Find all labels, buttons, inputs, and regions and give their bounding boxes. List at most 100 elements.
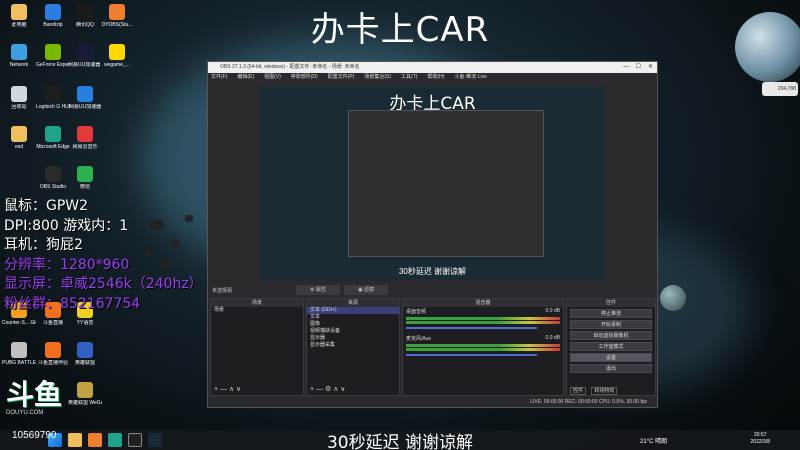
desktop-icon-label: GeForce Experience [36, 62, 70, 68]
desktop-icon-label: Microsoft Edge [36, 144, 70, 150]
obs-menu-item[interactable]: 停靠部件(D) [291, 74, 318, 80]
desktop-icon[interactable]: 网易UU加速器 [68, 86, 102, 110]
source-item[interactable]: 文本 (GDI+) [307, 307, 399, 314]
desktop-icon-label: 英雄联盟 WeGame版 [68, 400, 102, 406]
audio-meter [406, 321, 560, 324]
overlay-spec-line: DPI:800 游戏内：1 [4, 217, 129, 234]
virtual-camera-button[interactable]: 启动虚拟摄像机 [570, 331, 652, 340]
desktop-icon[interactable]: wegame_... [100, 44, 134, 68]
obs-statusbar: LIVE: 00:00:00 REC: 00:00:00 CPU: 0.5%, … [208, 397, 657, 407]
desktop-icon[interactable]: PUBG BATTLEGR... [2, 342, 36, 366]
asteroid [145, 250, 154, 257]
overlay-spec-line: 粉丝群：852167754 [4, 295, 141, 312]
desktop-app-icon [77, 382, 93, 398]
volume-slider[interactable] [406, 327, 537, 329]
close-icon[interactable]: ✕ [648, 62, 653, 73]
obs-menu-item[interactable]: 文件(F) [211, 74, 227, 80]
obs-menu-item[interactable]: 帮助(H) [427, 74, 444, 80]
minimize-icon[interactable]: — [623, 62, 629, 73]
obs-menu-item[interactable]: 配置文件(P) [328, 74, 355, 80]
desktop-icon[interactable]: esd [2, 126, 36, 150]
desktop-icon[interactable]: 回收站 [2, 86, 36, 110]
desktop-icon-label: 网易UU加速器 平台 [68, 62, 102, 68]
desktop-icon[interactable]: 斗鱼直播伴侣 [36, 342, 70, 366]
desktop-app-icon [45, 86, 61, 102]
properties-button[interactable]: ⚙ 属性 [296, 285, 340, 295]
obs-menubar: 文件(F) 编辑(E) 视图(V) 停靠部件(D) 配置文件(P) 场景集合(S) 工具(T… [208, 73, 657, 82]
viewer-badge: 294,788 [762, 82, 798, 96]
desktop-app-icon [77, 4, 93, 20]
exit-button[interactable]: 退出 [570, 364, 652, 373]
controls-dock: 控件 停止推流 开始录制 启动虚拟摄像机 工作室模式 设置 退出 控件 转场特效 [566, 298, 656, 396]
desktop-icon-label: 网易云音乐 [72, 144, 98, 150]
obs-menu-item[interactable]: 视图(V) [264, 74, 281, 80]
desktop-icon[interactable]: 网易UU加速器 平台 [68, 44, 102, 68]
start-recording-button[interactable]: 开始录制 [570, 320, 652, 329]
asteroid [185, 215, 193, 222]
tab-transitions[interactable]: 转场特效 [591, 387, 618, 395]
delay-subtitle: 30秒延迟 谢谢谅解 [326, 433, 474, 450]
desktop-icon-label: Bandizip [43, 22, 63, 28]
source-toolbar[interactable]: + — ⚙ ∧ ∨ [310, 385, 345, 393]
desktop-icon-label: Network [9, 62, 29, 68]
obs-menu-item[interactable]: 工具(T) [401, 74, 417, 80]
mixer-channel[interactable]: 桌面音频 0.0 dB [403, 307, 563, 334]
desktop-app-icon [45, 166, 61, 182]
sources-header: 来源 [307, 299, 399, 307]
nested-preview [348, 110, 544, 257]
desktop-icon[interactable]: 网易云音乐 [68, 126, 102, 150]
volume-slider[interactable] [406, 354, 537, 356]
desktop-icon-label: 此电脑 [11, 22, 27, 28]
mixer-dock: 混音器 桌面音频 0.0 dB 麦克风/Aux 0.0 dB [402, 298, 564, 396]
obs-preview[interactable]: 办卡上CAR 30秒延迟 谢谢谅解 [260, 86, 605, 280]
desktop-icon[interactable]: 腾讯QQ [68, 4, 102, 28]
desktop-icon[interactable]: Network [2, 44, 36, 68]
audio-meter [406, 344, 560, 347]
obs-menu-item[interactable]: 编辑(E) [237, 74, 254, 80]
desktop-icon-label: esd [14, 144, 24, 150]
desktop-icon-label: YY语音 [76, 320, 94, 326]
source-item[interactable]: 显示器采集 [307, 342, 399, 349]
mixer-channel[interactable]: 麦克风/Aux 0.0 dB [403, 334, 563, 361]
controls-header: 控件 [567, 299, 655, 307]
desktop-icon[interactable]: DYOBS(Stu... [100, 4, 134, 28]
desktop-icon[interactable]: 英雄联盟 [68, 342, 102, 366]
mixer-channel-level: 0.0 dB [545, 335, 560, 341]
desktop-icon-label: wegame_... [104, 62, 130, 68]
obs-window[interactable]: OBS 27.1.3 (64-bit, windows) - 配置文件: 未命名… [207, 61, 658, 408]
desktop-icon[interactable]: 此电脑 [2, 4, 36, 28]
tab-controls[interactable]: 控件 [570, 387, 587, 395]
scenes-dock: 场景 场景 + — ∧ ∨ [210, 298, 304, 396]
source-item[interactable]: 文本 [307, 314, 399, 321]
desktop-icon-label: 微信 [79, 184, 90, 190]
desktop-app-icon [109, 44, 125, 60]
desktop-icon-label: 网易UU加速器 [68, 104, 102, 110]
desktop-icon[interactable]: Microsoft Edge [36, 126, 70, 150]
scene-toolbar[interactable]: + — ∧ ∨ [214, 385, 241, 393]
filters-button[interactable]: ▣ 滤镜 [344, 285, 388, 295]
desktop-icon[interactable]: Logitech G HUB [36, 86, 70, 110]
desktop-icon-label: Logitech G HUB [36, 104, 70, 110]
controls-tabs: 控件 转场特效 [570, 387, 621, 395]
obs-window-title: OBS 27.1.3 (64-bit, windows) - 配置文件: 未命名… [220, 64, 360, 70]
obs-menu-item[interactable]: 斗鱼·推流·Live [454, 74, 487, 80]
desktop-icon-label: 回收站 [11, 104, 27, 110]
desktop-icon[interactable]: GeForce Experience [36, 44, 70, 68]
maximize-icon[interactable]: ☐ [636, 62, 641, 73]
source-item[interactable]: 显示器 [307, 335, 399, 342]
obs-titlebar[interactable]: OBS 27.1.3 (64-bit, windows) - 配置文件: 未命名… [208, 62, 657, 73]
source-item[interactable]: 图像 [307, 321, 399, 328]
studio-mode-button[interactable]: 工作室模式 [570, 342, 652, 351]
scene-item[interactable]: 场景 [211, 307, 303, 314]
obs-menu-item[interactable]: 场景集合(S) [364, 74, 391, 80]
desktop-icon-label: 腾讯QQ [76, 22, 94, 28]
desktop-icon[interactable]: OBS Studio [36, 166, 70, 190]
stop-streaming-button[interactable]: 停止推流 [570, 309, 652, 318]
desktop-icon[interactable]: 英雄联盟 WeGame版 [68, 382, 102, 406]
desktop-icon[interactable]: 微信 [68, 166, 102, 190]
settings-button[interactable]: 设置 [570, 353, 652, 362]
desktop-app-icon [77, 166, 93, 182]
desktop-icon[interactable]: Bandizip [36, 4, 70, 28]
desktop-app-icon [77, 126, 93, 142]
source-item[interactable]: 视频捕获设备 [307, 328, 399, 335]
